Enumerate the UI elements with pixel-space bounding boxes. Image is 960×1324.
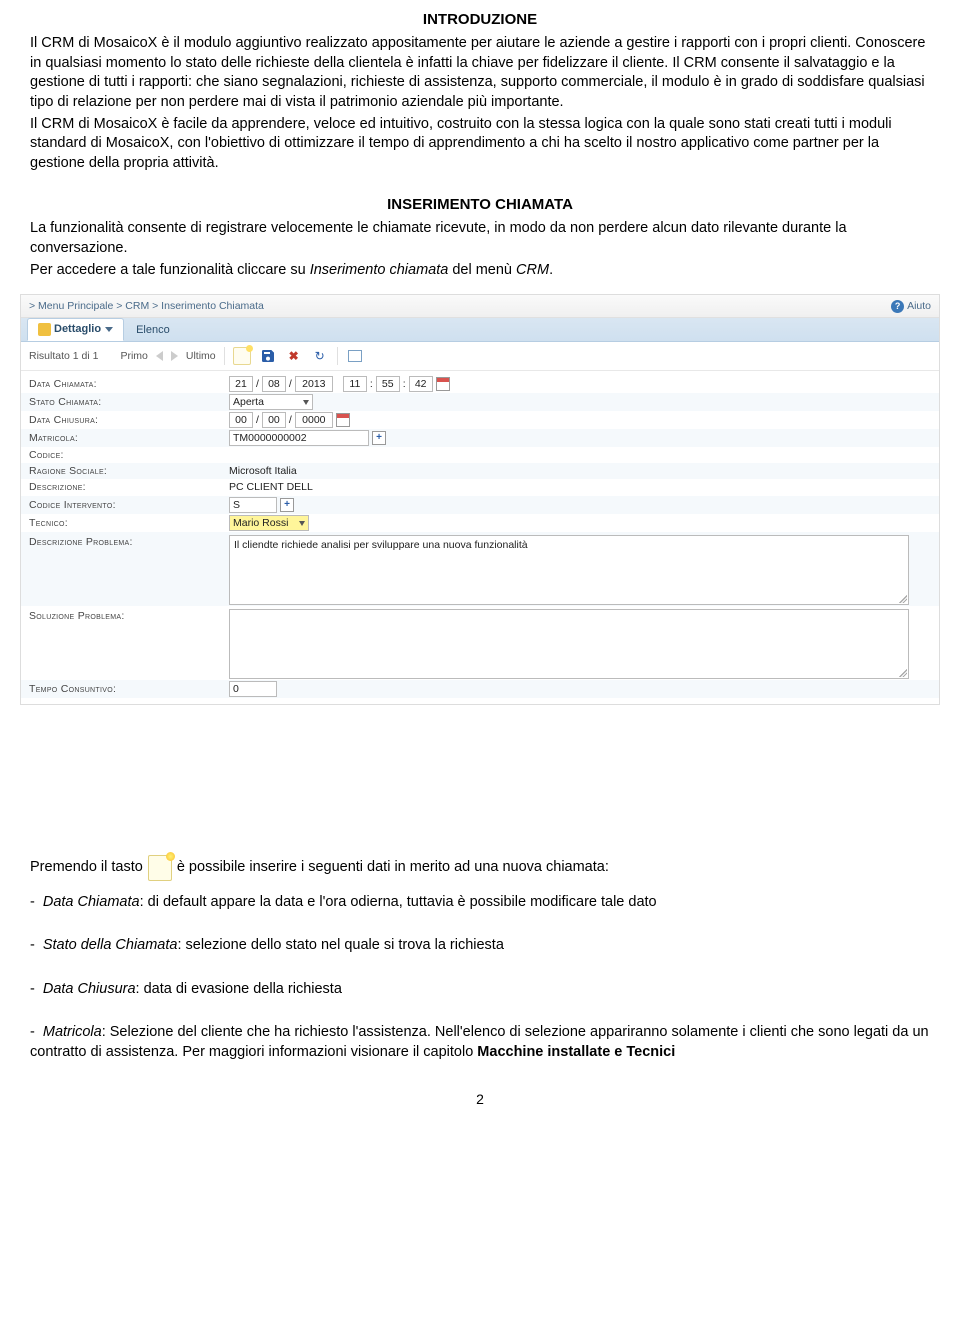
- heading-inserimento: INSERIMENTO CHIAMATA: [30, 195, 930, 215]
- label-stato: Stato Chiamata:: [29, 395, 229, 409]
- label-matricola: Matricola:: [29, 431, 229, 445]
- textarea-problema[interactable]: Il cliendte richiede analisi per svilupp…: [229, 535, 909, 605]
- chevron-down-icon: [105, 327, 113, 332]
- calendar-icon[interactable]: [436, 377, 450, 391]
- tab-elenco[interactable]: Elenco: [126, 320, 180, 341]
- input-close-month[interactable]: 00: [262, 412, 286, 428]
- label-data-chiusura: Data Chiusura:: [29, 413, 229, 427]
- input-close-year[interactable]: 0000: [295, 412, 333, 428]
- bullet-data-chiusura: - Data Chiusura: data di evasione della …: [30, 980, 930, 1000]
- input-year[interactable]: 2013: [295, 376, 333, 392]
- input-day[interactable]: 21: [229, 376, 253, 392]
- save-icon[interactable]: [259, 347, 277, 365]
- label-ragione: Ragione Sociale:: [29, 464, 229, 478]
- value-descrizione: PC CLIENT DELL: [229, 480, 313, 494]
- sec2-para-2: Per accedere a tale funzionalità cliccar…: [30, 261, 930, 281]
- lookup-matricola-icon[interactable]: +: [372, 431, 386, 445]
- arrow-prev-icon[interactable]: [156, 351, 163, 361]
- press-text-b: è possibile inserire i seguenti dati in …: [177, 858, 609, 878]
- nav-first[interactable]: Primo: [120, 349, 147, 363]
- intro-para-1: Il CRM di MosaicoX è il modulo aggiuntiv…: [30, 34, 930, 112]
- bullet-matricola: - Matricola: Selezione del cliente che h…: [30, 1023, 930, 1062]
- new-record-icon[interactable]: [233, 347, 251, 365]
- label-descr-problema: Descrizione Problema:: [29, 535, 229, 549]
- page-number: 2: [30, 1090, 930, 1109]
- select-stato[interactable]: Aperta: [229, 394, 313, 410]
- tabs-bar: Dettaglio Elenco: [21, 318, 939, 342]
- input-min[interactable]: 55: [376, 376, 400, 392]
- bullet-stato: - Stato della Chiamata: selezione dello …: [30, 936, 930, 956]
- label-tecnico: Tecnico:: [29, 516, 229, 530]
- nav-last[interactable]: Ultimo: [186, 349, 216, 363]
- value-ragione: Microsoft Italia: [229, 464, 297, 478]
- resize-handle[interactable]: [899, 669, 907, 677]
- refresh-icon[interactable]: ↻: [311, 347, 329, 365]
- tab-dettaglio[interactable]: Dettaglio: [27, 318, 124, 341]
- app-screenshot: > Menu Principale > CRM > Inserimento Ch…: [20, 294, 940, 705]
- sec2-para-1: La funzionalità consente di registrare v…: [30, 219, 930, 258]
- input-cod-intervento[interactable]: S: [229, 497, 277, 513]
- arrow-next-icon[interactable]: [171, 351, 178, 361]
- input-month[interactable]: 08: [262, 376, 286, 392]
- form-panel: Data Chiamata: 21/ 08/ 2013 11: 55: 42 S…: [21, 371, 939, 704]
- breadcrumb[interactable]: > Menu Principale > CRM > Inserimento Ch…: [29, 299, 264, 313]
- heading-introduzione: INTRODUZIONE: [30, 10, 930, 30]
- select-tecnico[interactable]: Mario Rossi: [229, 515, 309, 531]
- press-text-a: Premendo il tasto: [30, 858, 143, 878]
- breadcrumb-bar: > Menu Principale > CRM > Inserimento Ch…: [21, 295, 939, 318]
- window-icon[interactable]: [346, 347, 364, 365]
- calendar-icon[interactable]: [336, 413, 350, 427]
- label-codice: Codice:: [29, 448, 229, 462]
- input-hour[interactable]: 11: [343, 376, 367, 392]
- label-data-chiamata: Data Chiamata:: [29, 377, 229, 391]
- bullet-data-chiamata: - Data Chiamata: di default appare la da…: [30, 893, 930, 913]
- label-descrizione: Descrizione:: [29, 480, 229, 494]
- toolbar: Risultato 1 di 1 Primo Ultimo ✖ ↻: [21, 342, 939, 371]
- textarea-soluzione[interactable]: [229, 609, 909, 679]
- new-record-icon: [148, 855, 172, 881]
- input-close-day[interactable]: 00: [229, 412, 253, 428]
- label-tempo: Tempo Consuntivo:: [29, 682, 229, 696]
- resize-handle[interactable]: [899, 595, 907, 603]
- label-soluzione: Soluzione Problema:: [29, 609, 229, 623]
- input-sec[interactable]: 42: [409, 376, 433, 392]
- detail-icon: [38, 323, 51, 336]
- input-matricola[interactable]: TM0000000002: [229, 430, 369, 446]
- intro-para-2: Il CRM di MosaicoX è facile da apprender…: [30, 115, 930, 174]
- help-link[interactable]: ?Aiuto: [891, 299, 931, 313]
- label-cod-intervento: Codice Intervento:: [29, 498, 229, 512]
- input-tempo[interactable]: 0: [229, 681, 277, 697]
- help-icon: ?: [891, 300, 904, 313]
- delete-icon[interactable]: ✖: [285, 347, 303, 365]
- lookup-intervento-icon[interactable]: +: [280, 498, 294, 512]
- result-counter: Risultato 1 di 1: [29, 349, 98, 363]
